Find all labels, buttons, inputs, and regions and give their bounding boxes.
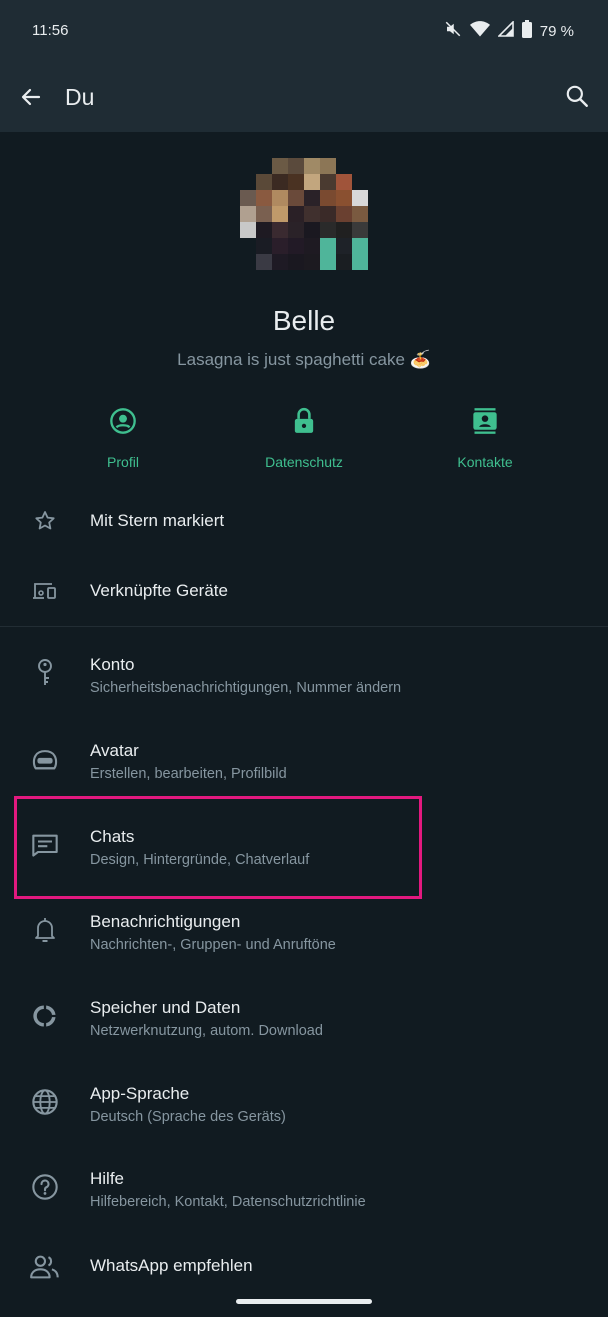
avatar-icon (30, 744, 60, 774)
menu-item-subtitle: Netzwerknutzung, autom. Download (90, 1023, 323, 1039)
quick-action-label: Profil (107, 454, 139, 470)
help-icon (30, 1172, 60, 1202)
battery-percent: 79 % (539, 23, 574, 40)
menu-item-title: Avatar (90, 741, 139, 760)
status-time: 11:56 (32, 22, 69, 39)
menu-item-storage[interactable]: Speicher und Daten Netzwerknutzung, auto… (0, 983, 608, 1063)
mute-icon (444, 20, 462, 43)
section-divider (0, 626, 608, 627)
highlight-frame (14, 796, 422, 899)
contacts-icon (415, 400, 555, 442)
lock-icon (234, 400, 374, 442)
menu-item-title: WhatsApp empfehlen (90, 1256, 253, 1275)
wifi-icon (469, 20, 490, 43)
menu-item-title: Hilfe (90, 1169, 125, 1188)
key-icon (30, 658, 60, 688)
quick-action-profil[interactable]: Profil (53, 400, 193, 470)
menu-item-title: Mit Stern markiert (90, 511, 225, 530)
menu-item-title: Speicher und Daten (90, 998, 241, 1017)
gesture-nav-bar[interactable] (236, 1299, 372, 1304)
quick-action-datenschutz[interactable]: Datenschutz (234, 400, 374, 470)
menu-item-invite[interactable]: WhatsApp empfehlen (0, 1242, 608, 1292)
menu-item-subtitle: Deutsch (Sprache des Geräts) (90, 1109, 286, 1125)
menu-item-notifications[interactable]: Benachrichtigungen Nachrichten-, Gruppen… (0, 897, 608, 977)
menu-item-title: App-Sprache (90, 1084, 190, 1103)
globe-icon (30, 1087, 60, 1117)
menu-item-title: Konto (90, 655, 135, 674)
menu-item-starred[interactable]: Mit Stern markiert (0, 496, 608, 552)
profile-icon (53, 400, 193, 442)
page-title: Du (65, 84, 95, 110)
quick-action-label: Kontakte (457, 454, 513, 470)
quick-action-label: Datenschutz (265, 454, 343, 470)
invite-icon (30, 1252, 60, 1282)
profile-name: Belle (272, 305, 336, 336)
app-bar: Du (0, 62, 608, 132)
menu-item-subtitle: Nachrichten-, Gruppen- und Anruftöne (90, 937, 336, 953)
quick-action-kontakte[interactable]: Kontakte (415, 400, 555, 470)
menu-item-account[interactable]: Konto Sicherheitsbenachrichtigungen, Num… (0, 640, 608, 720)
menu-item-title: Verknüpfte Geräte (90, 581, 228, 600)
menu-item-avatar[interactable]: Avatar Erstellen, bearbeiten, Profilbild (0, 726, 608, 806)
profile-photo[interactable] (240, 158, 368, 270)
signal-icon (496, 20, 514, 42)
status-icons: 79 % (444, 20, 574, 43)
menu-item-subtitle: Hilfebereich, Kontakt, Datenschutzrichtl… (90, 1194, 366, 1210)
bell-icon (30, 915, 60, 945)
devices-icon (30, 576, 60, 606)
menu-item-title: Benachrichtigungen (90, 912, 241, 931)
search-icon[interactable] (562, 81, 592, 111)
menu-item-subtitle: Sicherheitsbenachrichtigungen, Nummer än… (90, 680, 402, 696)
menu-item-help[interactable]: Hilfe Hilfebereich, Kontakt, Datenschutz… (0, 1154, 608, 1234)
menu-item-language[interactable]: App-Sprache Deutsch (Sprache des Geräts) (0, 1069, 608, 1149)
back-arrow-icon[interactable] (16, 82, 46, 112)
storage-icon (30, 1001, 60, 1031)
star-icon (30, 506, 60, 536)
battery-icon (521, 20, 532, 43)
profile-about: Lasagna is just spaghetti cake 🍝 (177, 350, 431, 369)
menu-item-linked-devices[interactable]: Verknüpfte Geräte (0, 566, 608, 622)
menu-item-subtitle: Erstellen, bearbeiten, Profilbild (90, 766, 287, 782)
status-bar: 11:56 79 % (0, 0, 608, 62)
